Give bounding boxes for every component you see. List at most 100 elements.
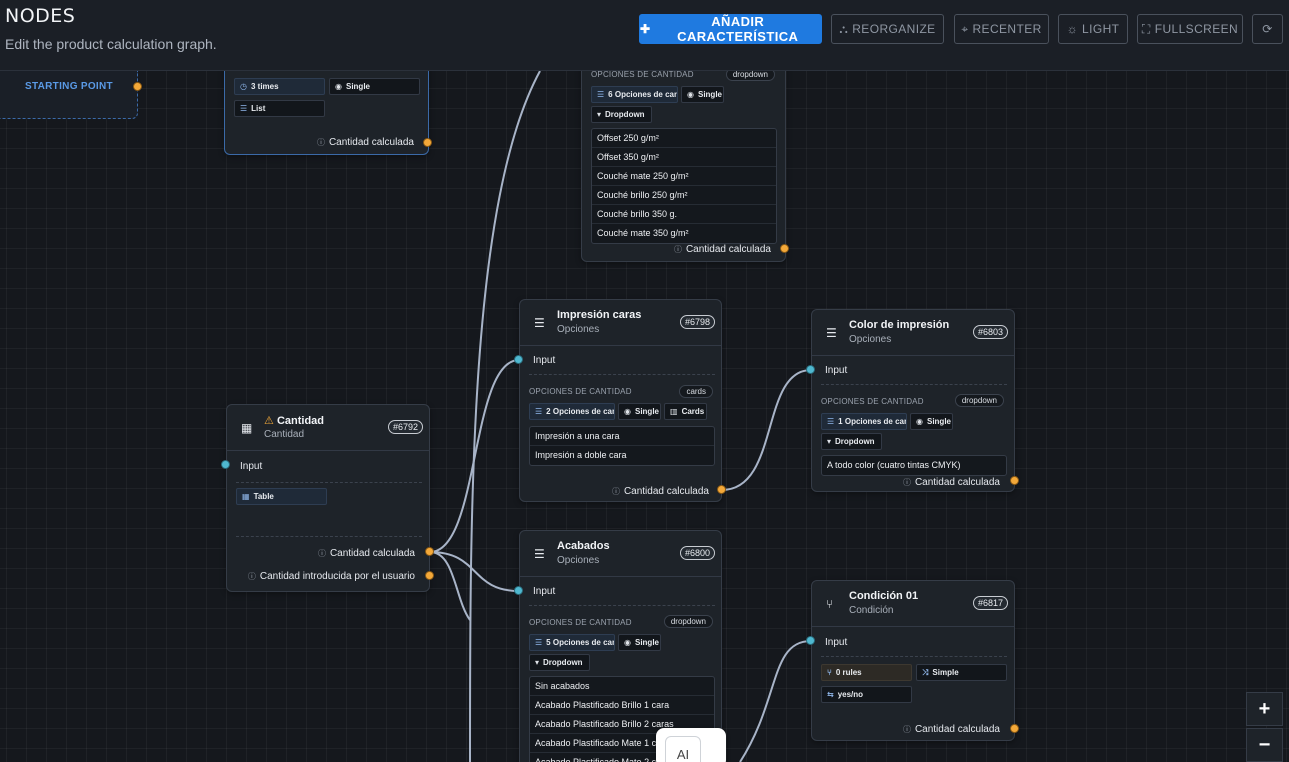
condicion-input-port[interactable] — [806, 636, 815, 645]
help-icon: ⓘ — [317, 549, 326, 558]
list-item[interactable]: Couché mate 350 g/m² — [592, 224, 776, 243]
input-label: Input — [825, 637, 848, 648]
dropdown-icon: ▾ — [827, 437, 832, 446]
chip-dropdown: ▾ Dropdown — [821, 433, 882, 450]
separator — [529, 605, 715, 606]
top-left-output-port[interactable] — [423, 138, 432, 147]
zoom-out-button[interactable]: − — [1246, 728, 1283, 762]
output-label: ⓘ Cantidad calculada — [316, 137, 414, 148]
separator — [236, 482, 422, 483]
list-icon: ☰ — [826, 326, 837, 340]
list-item[interactable]: Couché brillo 250 g/m² — [592, 186, 776, 205]
chip-simple: ⤨ Simple — [916, 664, 1007, 681]
output-label: ⓘ Cantidad calculada — [611, 486, 709, 497]
separator — [821, 384, 1007, 385]
section-label: OPCIONES DE CANTIDAD — [529, 387, 632, 396]
list-item[interactable]: A todo color (cuatro tintas CMYK) — [822, 456, 1006, 475]
node-impresion-caras[interactable]: ☰ Impresión caras Opciones #6798 Input O… — [519, 299, 722, 502]
list-item[interactable]: Couché mate 250 g/m² — [592, 167, 776, 186]
options-list: Offset 250 g/m² Offset 350 g/m² Couché m… — [591, 128, 777, 244]
chip-single: ◉ Single — [618, 403, 661, 420]
node-id-badge: #6798 — [679, 315, 715, 329]
list-item[interactable]: Couché brillo 350 g. — [592, 205, 776, 224]
recenter-label: RECENTER — [972, 22, 1042, 36]
chip-options-count: ☰ 2 Opciones de cantidad — [529, 403, 615, 420]
input-label: Input — [533, 355, 556, 366]
mode-badge: cards — [679, 385, 713, 398]
warning-icon: ⚠ — [264, 415, 274, 427]
cantidad-input-port[interactable] — [221, 460, 230, 469]
calculator-icon: ▦ — [241, 421, 253, 435]
edge-cantidad-impresion — [429, 359, 520, 553]
acabados-input-port[interactable] — [514, 586, 523, 595]
condicion-output-port[interactable] — [1010, 724, 1019, 733]
shuffle-icon: ⤨ — [922, 667, 929, 677]
target-icon: ◉ — [687, 90, 694, 99]
list-item[interactable]: Acabado Plastificado Brillo 1 cara — [530, 696, 714, 715]
light-button[interactable]: ☼ LIGHT — [1058, 14, 1128, 44]
refresh-button[interactable]: ⟳ — [1252, 14, 1283, 44]
ai-label: AI — [665, 736, 701, 762]
light-label: LIGHT — [1082, 22, 1120, 36]
chip-list: ☰ List — [234, 100, 325, 117]
color-output-port[interactable] — [1010, 476, 1019, 485]
branch-icon: ⑂ — [826, 597, 834, 611]
recenter-button[interactable]: ⌖ RECENTER — [954, 14, 1049, 44]
node-type: Opciones — [849, 334, 892, 345]
expand-icon: ⛶ — [1141, 21, 1151, 36]
reorganize-label: REORGANIZE — [852, 22, 936, 36]
output-user-label: ⓘ Cantidad introducida por el usuario — [247, 571, 415, 582]
impresion-input-port[interactable] — [514, 355, 523, 364]
node-type: Condición — [849, 605, 894, 616]
chip-options-count: ☰ 5 Opciones de cantidad — [529, 634, 615, 651]
node-top-left[interactable]: ◷ 3 times ◉ Single ☰ List ⓘ Cantidad calc… — [224, 60, 429, 155]
node-condicion[interactable]: ⑂ Condición 01 Condición #6817 Input ⑂ 0… — [811, 580, 1015, 741]
chip-single: ◉ Single — [681, 86, 724, 103]
input-label: Input — [825, 365, 848, 376]
list-item[interactable]: Impresión a una cara — [530, 427, 714, 446]
graph-icon: ⛬ — [839, 21, 849, 36]
output-label: ⓘ Cantidad calculada — [902, 724, 1000, 735]
chip-times: ◷ 3 times — [234, 78, 325, 95]
chip-cards: ▥ Cards — [664, 403, 707, 420]
node-type: Opciones — [557, 555, 600, 566]
target-icon: ◉ — [335, 82, 342, 91]
list-icon: ☰ — [827, 417, 835, 426]
add-feature-button[interactable]: ✚ AÑADIR CARACTERÍSTICA — [639, 14, 822, 44]
list-item[interactable]: Offset 350 g/m² — [592, 148, 776, 167]
node-header: ☰ Impresión caras Opciones #6798 — [520, 300, 721, 346]
node-type: Opciones — [557, 324, 600, 335]
list-item[interactable]: Offset 250 g/m² — [592, 129, 776, 148]
impresion-output-port[interactable] — [717, 485, 726, 494]
starting-point-node[interactable]: STARTING POINT — [0, 71, 138, 119]
color-input-port[interactable] — [806, 365, 815, 374]
reorganize-button[interactable]: ⛬ REORGANIZE — [831, 14, 944, 44]
chip-dropdown: ▾ Dropdown — [591, 106, 652, 123]
node-color-impresion[interactable]: ☰ Color de impresión Opciones #6803 Inpu… — [811, 309, 1015, 492]
node-papel[interactable]: OPCIONES DE CANTIDAD dropdown ☰ 6 Opcion… — [581, 60, 786, 262]
list-item[interactable]: Impresión a doble cara — [530, 446, 714, 465]
starting-point-output-port[interactable] — [133, 82, 142, 91]
papel-output-port[interactable] — [780, 244, 789, 253]
help-icon: ⓘ — [247, 572, 256, 581]
section-label: OPCIONES DE CANTIDAD — [591, 70, 694, 79]
plus-icon: ✚ — [640, 22, 651, 36]
help-icon: ⓘ — [673, 245, 682, 254]
dropdown-icon: ▾ — [535, 658, 540, 667]
ai-assistant-button[interactable]: AI — [656, 728, 726, 762]
fullscreen-label: FULLSCREEN — [1154, 22, 1239, 36]
output-label: ⓘ Cantidad calculada — [317, 548, 415, 559]
list-item[interactable]: Sin acabados — [530, 677, 714, 696]
list-icon: ☰ — [534, 316, 545, 330]
node-header: ⑂ Condición 01 Condición #6817 — [812, 581, 1014, 627]
zoom-in-button[interactable]: + — [1246, 692, 1283, 726]
node-type: Cantidad — [264, 429, 305, 440]
node-header: ☰ Acabados Opciones #6800 — [520, 531, 721, 577]
fullscreen-button[interactable]: ⛶ FULLSCREEN — [1137, 14, 1243, 44]
chip-yesno: ⇆ yes/no — [821, 686, 912, 703]
node-id-badge: #6800 — [679, 546, 715, 560]
cantidad-output-port[interactable] — [425, 547, 434, 556]
chip-single: ◉ Single — [329, 78, 420, 95]
cantidad-user-output-port[interactable] — [425, 571, 434, 580]
node-cantidad[interactable]: ▦ ⚠ Cantidad Cantidad #6792 Input ▦ Tabl… — [226, 404, 430, 592]
